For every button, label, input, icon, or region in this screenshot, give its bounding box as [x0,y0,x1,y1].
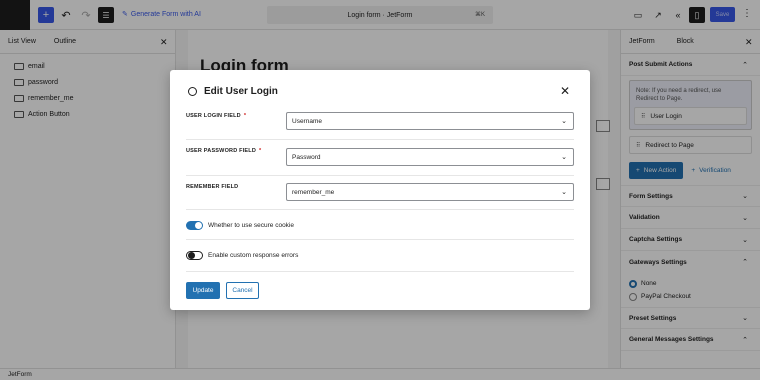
required-asterisk: * [243,113,247,119]
cancel-button[interactable]: Cancel [226,282,259,299]
chevron-down-icon: ⌄ [561,118,567,125]
field-row-remember: REMEMBER FIELD remember_me ⌄ [186,176,574,210]
toggle-knob [188,252,195,259]
chevron-down-icon: ⌄ [561,189,567,196]
close-icon: ✕ [560,84,571,98]
close-modal-button[interactable]: ✕ [560,84,570,98]
toggle-knob [195,222,202,229]
modal-title: Edit User Login [204,86,278,97]
user-icon [188,87,197,96]
select-value: Username [292,117,322,125]
select-value: Password [292,153,321,161]
field-row-user-password: USER PASSWORD FIELD * Password ⌄ [186,140,574,176]
chevron-down-icon: ⌄ [561,154,567,161]
toggle-row-custom-errors: Enable custom response errors [186,240,574,272]
edit-user-login-modal: Edit User Login ✕ USER LOGIN FIELD * User… [170,70,590,310]
secure-cookie-toggle[interactable] [186,221,203,230]
field-label: USER PASSWORD FIELD * [186,148,261,154]
field-label-text: USER LOGIN FIELD [186,113,241,119]
update-button[interactable]: Update [186,282,220,299]
toggle-label: Enable custom response errors [208,252,299,259]
user-login-field-select[interactable]: Username ⌄ [286,112,574,130]
required-asterisk: * [259,148,262,154]
user-password-field-select[interactable]: Password ⌄ [286,148,574,166]
field-row-user-login: USER LOGIN FIELD * Username ⌄ [186,106,574,140]
toggle-row-secure-cookie: Whether to use secure cookie [186,212,574,240]
toggle-label: Whether to use secure cookie [208,222,294,229]
field-label: USER LOGIN FIELD * [186,113,246,119]
field-label-text: USER PASSWORD FIELD [186,148,257,154]
remember-field-select[interactable]: remember_me ⌄ [286,183,574,201]
custom-errors-toggle[interactable] [186,251,203,260]
select-value: remember_me [292,188,335,196]
field-label: REMEMBER FIELD [186,184,239,190]
